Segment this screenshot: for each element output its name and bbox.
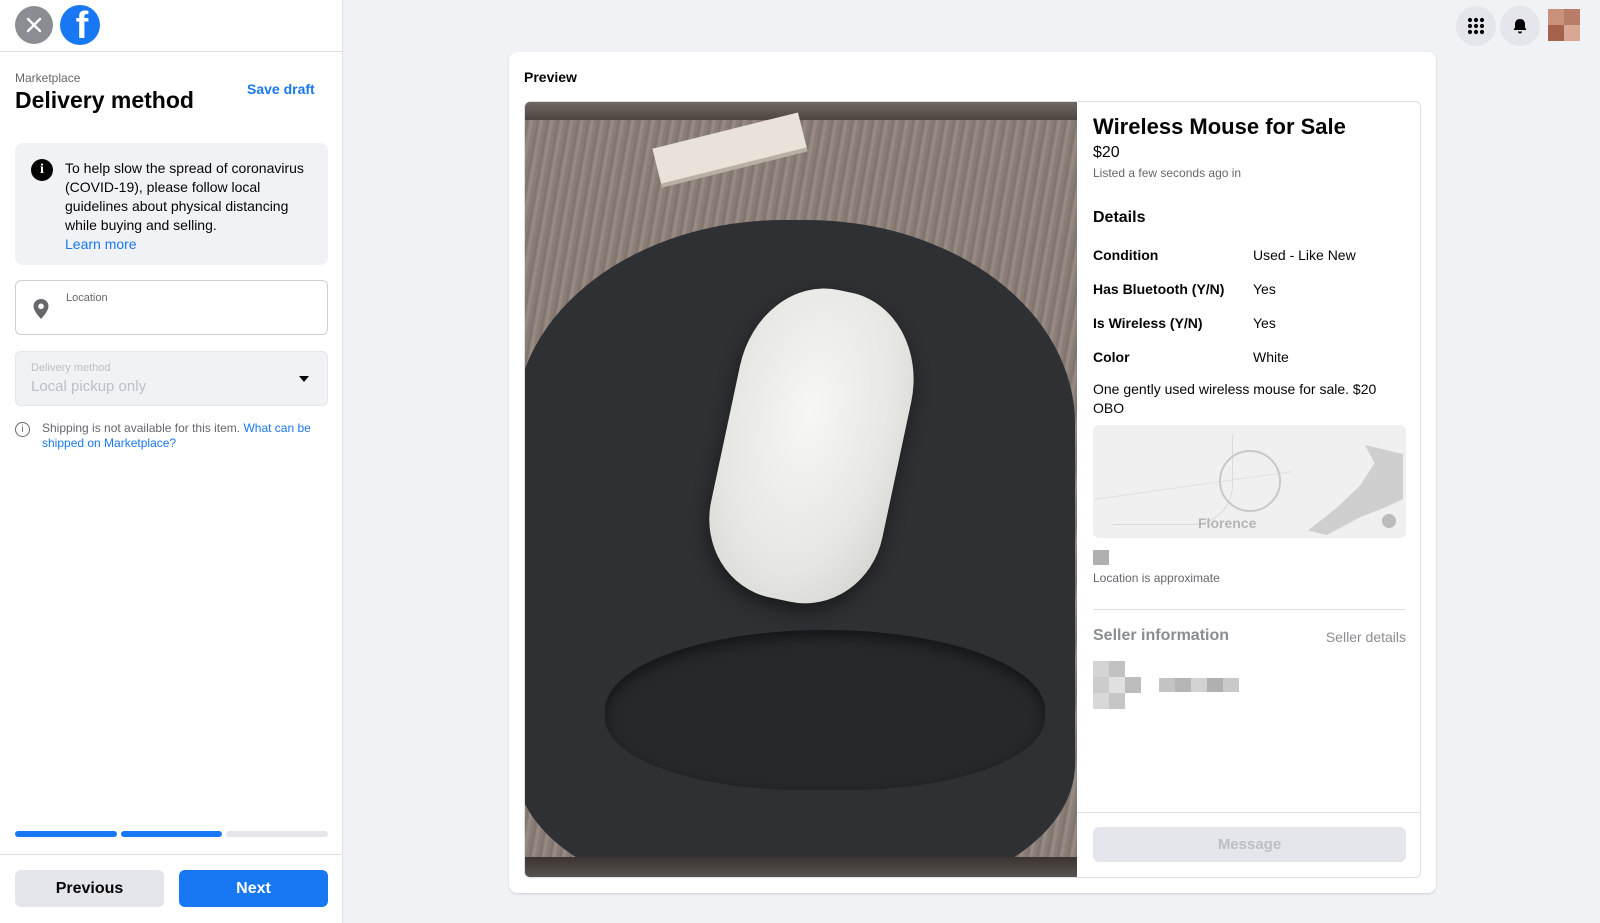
progress-step (226, 831, 329, 837)
listing-time: Listed a few seconds ago in (1093, 166, 1242, 180)
map-info-icon[interactable] (1382, 514, 1396, 528)
breadcrumb: Marketplace (15, 71, 81, 85)
listing-photo (525, 102, 1077, 877)
location-input[interactable]: Location (15, 280, 328, 335)
message-button[interactable]: Message (1093, 827, 1406, 862)
seller-heading: Seller information (1093, 627, 1230, 644)
progress-step (120, 831, 223, 837)
details-heading: Details (1093, 209, 1146, 226)
close-button[interactable] (15, 6, 53, 44)
info-outline-icon: i (15, 422, 30, 437)
wrist-rest (605, 630, 1045, 790)
listing-preview: Wireless Mouse for Sale $20 Listed a few… (524, 101, 1421, 878)
location-label: Location (66, 292, 108, 304)
location-map[interactable]: Florence (1093, 425, 1406, 538)
listing-editor-panel: f Marketplace Delivery method Save draft… (0, 0, 343, 923)
map-city-label: Florence (1198, 515, 1257, 531)
listing-details: Wireless Mouse for Sale $20 Listed a few… (1077, 102, 1420, 877)
close-icon (26, 17, 42, 33)
detail-value: White (1253, 349, 1289, 365)
apps-grid-button[interactable] (1456, 6, 1496, 46)
editor-topbar: f (0, 0, 342, 52)
save-draft-link[interactable]: Save draft (247, 81, 315, 97)
delivery-method-value: Local pickup only (31, 378, 147, 395)
page-title: Delivery method (15, 87, 194, 113)
listing-price: $20 (1093, 144, 1120, 161)
footer-divider (0, 854, 343, 855)
book-corner (652, 112, 808, 188)
delivery-method-label: Delivery method (31, 362, 111, 374)
location-approx-note: Location is approximate (1093, 571, 1220, 585)
shipping-info-text: Shipping is not available for this item. (42, 421, 241, 435)
delivery-method-select[interactable]: Delivery method Local pickup only (15, 351, 328, 406)
facebook-logo-icon[interactable]: f (60, 5, 100, 45)
desk-surface (525, 112, 1077, 877)
message-area: Message (1077, 812, 1420, 877)
map-radius-circle (1219, 450, 1281, 512)
detail-key: Has Bluetooth (Y/N) (1093, 281, 1225, 297)
detail-value: Yes (1253, 315, 1276, 331)
previous-button[interactable]: Previous (15, 870, 164, 907)
detail-key: Color (1093, 349, 1130, 365)
learn-more-link[interactable]: Learn more (65, 235, 315, 254)
detail-value: Yes (1253, 281, 1276, 297)
preview-heading: Preview (524, 69, 577, 85)
progress-step (15, 831, 117, 837)
location-pin-icon (33, 299, 49, 319)
covid-notice: i To help slow the spread of coronavirus… (15, 143, 328, 265)
detail-key: Condition (1093, 247, 1159, 263)
location-thumbnail (1093, 550, 1109, 565)
listing-title: Wireless Mouse for Sale (1093, 114, 1346, 139)
dropdown-caret-icon (299, 376, 309, 382)
apps-grid-icon (1467, 17, 1485, 35)
listing-description: One gently used wireless mouse for sale.… (1093, 381, 1377, 416)
notifications-bell-icon (1513, 19, 1527, 34)
profile-avatar[interactable] (1548, 9, 1580, 41)
notifications-button[interactable] (1500, 6, 1540, 46)
seller-details-link[interactable]: Seller details (1326, 629, 1406, 645)
progress-bar (15, 831, 329, 837)
preview-card: Preview Wireless Mouse for Sale $20 List… (509, 52, 1436, 893)
section-divider (1093, 609, 1406, 610)
detail-value: Used - Like New (1253, 247, 1356, 263)
next-button[interactable]: Next (179, 870, 328, 907)
notice-text: To help slow the spread of coronavirus (… (65, 160, 304, 233)
info-icon: i (31, 159, 53, 181)
detail-key: Is Wireless (Y/N) (1093, 315, 1203, 331)
